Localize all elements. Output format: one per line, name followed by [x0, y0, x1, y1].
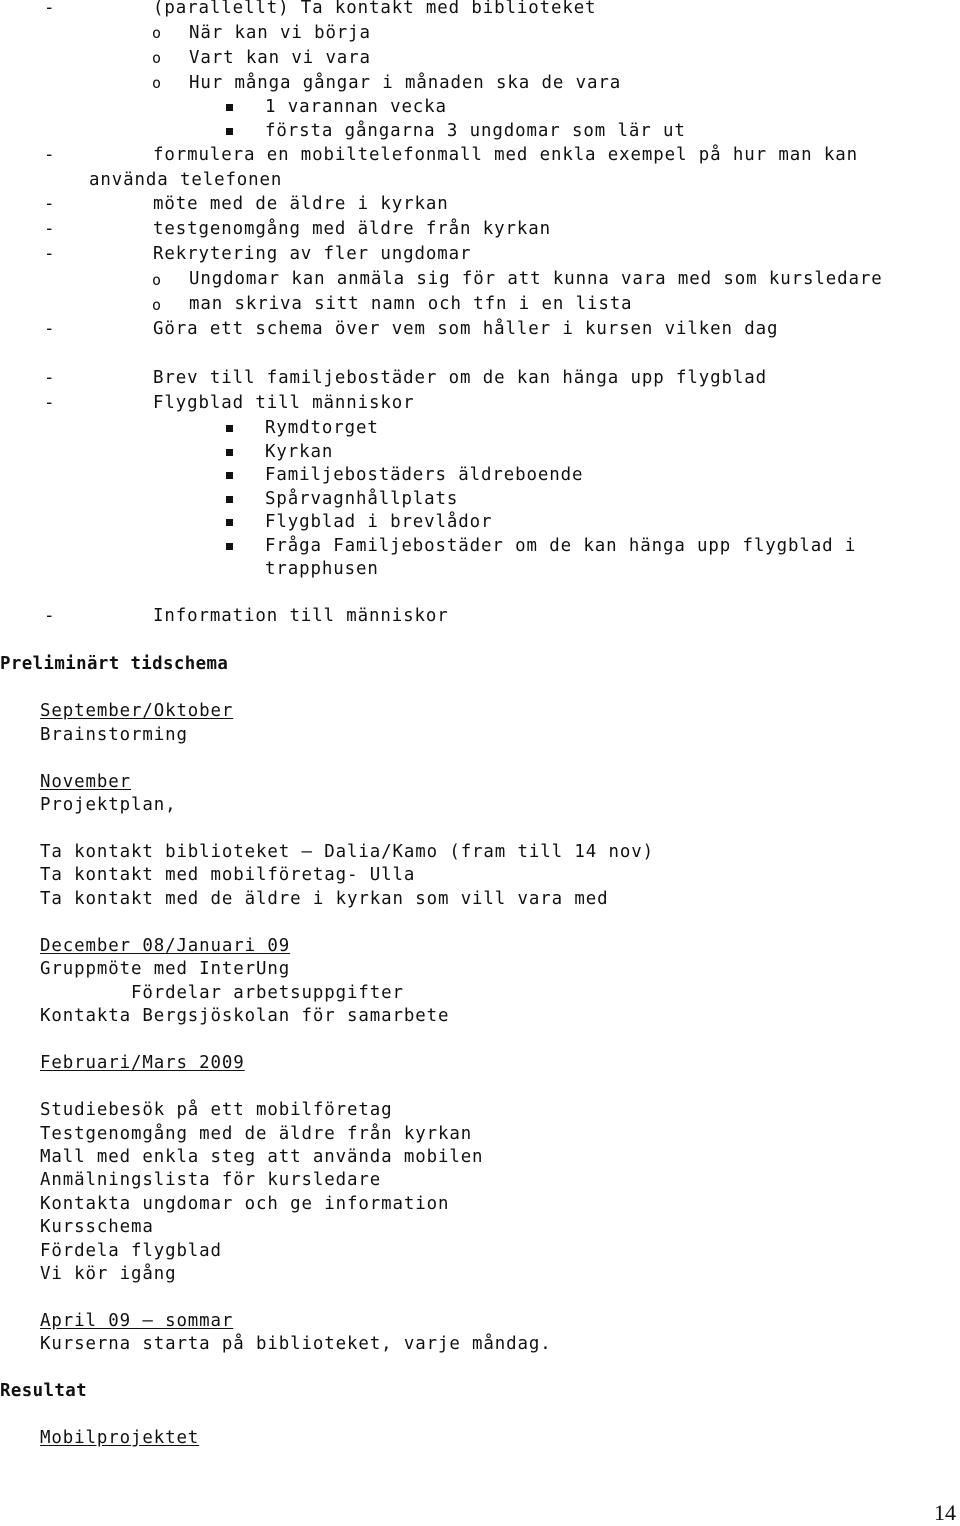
- dash-marker: -: [44, 145, 56, 165]
- list-item: man skriva sitt namn och tfn i en lista: [189, 294, 633, 314]
- page-number: 14: [934, 1500, 956, 1525]
- period-title: April 09 – sommar: [40, 1311, 234, 1331]
- period-title: November: [40, 772, 131, 792]
- period-line: Fördelar arbetsuppgifter: [40, 983, 404, 1003]
- list-item: 1 varannan vecka: [265, 97, 447, 117]
- list-item: (parallellt) Ta kontakt med biblioteket: [153, 0, 597, 18]
- list-item: Rymdtorget: [265, 418, 379, 438]
- period-title: December 08/Januari 09: [40, 936, 291, 956]
- list-item: Fråga Familjebostäder om de kan hänga up…: [265, 536, 857, 556]
- subsection-title: Mobilprojektet: [40, 1428, 200, 1448]
- section-heading: Preliminärt tidschema: [0, 654, 229, 674]
- dash-marker: -: [44, 219, 56, 239]
- dash-marker: -: [44, 244, 56, 264]
- list-item: Brev till familjebostäder om de kan häng…: [153, 368, 767, 388]
- list-item: Spårvagnhållplats: [265, 489, 459, 509]
- square-bullet-icon: [226, 543, 233, 550]
- list-item: möte med de äldre i kyrkan: [153, 194, 449, 214]
- square-bullet-icon: [226, 449, 233, 456]
- list-item: Kyrkan: [265, 442, 334, 462]
- period-title: September/Oktober: [40, 701, 234, 721]
- list-item: När kan vi börja: [189, 23, 371, 43]
- list-item: Rekrytering av fler ungdomar: [153, 244, 472, 264]
- list-item: Ungdomar kan anmäla sig för att kunna va…: [189, 269, 883, 289]
- period-line: Fördela flygblad: [40, 1241, 222, 1261]
- square-bullet-icon: [226, 472, 233, 479]
- list-item: första gångarna 3 ungdomar som lär ut: [265, 121, 686, 141]
- list-item: testgenomgång med äldre från kyrkan: [153, 219, 551, 239]
- period-line: Studiebesök på ett mobilföretag: [40, 1100, 393, 1120]
- circle-bullet-icon: o: [152, 271, 162, 289]
- circle-bullet-icon: o: [152, 296, 162, 314]
- period-line: Mall med enkla steg att använda mobilen: [40, 1147, 484, 1167]
- list-item: formulera en mobiltelefonmall med enkla …: [153, 145, 858, 165]
- section-heading: Resultat: [0, 1381, 87, 1401]
- square-bullet-icon: [226, 425, 233, 432]
- period-line: Kontakta ungdomar och ge information: [40, 1194, 450, 1214]
- square-bullet-icon: [226, 128, 233, 135]
- list-item: Flygblad i brevlådor: [265, 512, 493, 532]
- period-line: Gruppmöte med InterUng: [40, 959, 291, 979]
- period-line: Brainstorming: [40, 725, 188, 745]
- square-bullet-icon: [226, 104, 233, 111]
- list-item: Göra ett schema över vem som håller i ku…: [153, 319, 779, 339]
- list-item-continuation: använda telefonen: [89, 170, 283, 190]
- circle-bullet-icon: o: [152, 74, 162, 92]
- period-line: Projektplan,: [40, 795, 177, 815]
- period-line: Kontakta Bergsjöskolan för samarbete: [40, 1006, 450, 1026]
- dash-marker: -: [44, 606, 56, 626]
- period-line: Ta kontakt biblioteket – Dalia/Kamo (fra…: [40, 842, 654, 862]
- period-line: Kurserna starta på biblioteket, varje må…: [40, 1334, 552, 1354]
- dash-marker: -: [44, 368, 56, 388]
- period-line: Kursschema: [40, 1217, 154, 1237]
- period-line: Ta kontakt med mobilföretag- Ulla: [40, 865, 416, 885]
- square-bullet-icon: [226, 519, 233, 526]
- period-line: Anmälningslista för kursledare: [40, 1170, 382, 1190]
- square-bullet-icon: [226, 496, 233, 503]
- dash-marker: -: [44, 319, 56, 339]
- list-item: Information till människor: [153, 606, 449, 626]
- period-line: Ta kontakt med de äldre i kyrkan som vil…: [40, 889, 609, 909]
- dash-marker: -: [44, 194, 56, 214]
- list-item-continuation: trapphusen: [265, 559, 379, 579]
- period-line: Testgenomgång med de äldre från kyrkan: [40, 1124, 473, 1144]
- dash-marker: -: [44, 393, 56, 413]
- period-title: Februari/Mars 2009: [40, 1053, 245, 1073]
- list-item: Vart kan vi vara: [189, 48, 371, 68]
- circle-bullet-icon: o: [152, 49, 162, 67]
- list-item: Flygblad till människor: [153, 393, 415, 413]
- circle-bullet-icon: o: [152, 24, 162, 42]
- list-item: Familjebostäders äldreboende: [265, 465, 584, 485]
- period-line: Vi kör igång: [40, 1264, 177, 1284]
- list-item: Hur många gångar i månaden ska de vara: [189, 73, 622, 93]
- dash-marker: -: [44, 0, 56, 18]
